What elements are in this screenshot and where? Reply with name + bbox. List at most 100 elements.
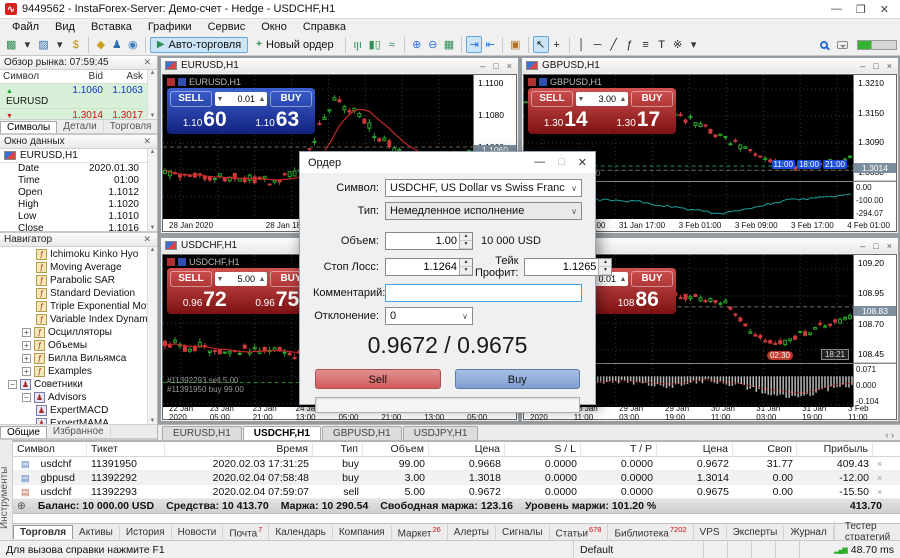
templates-icon[interactable]: ▣ [507,36,523,53]
tree-item-expert[interactable]: ♟ExpertMAMA [0,417,147,424]
tree-item-indicator[interactable]: ƒIchimoku Kinko Hyo [0,248,147,261]
scrollbar[interactable]: ▲▼ [147,149,157,231]
tab-common[interactable]: Общие [0,426,47,438]
tree-item-indicator[interactable]: ƒVariable Index Dynamic A [0,313,147,326]
tree-item-indicator[interactable]: ƒTriple Exponential Movin [0,300,147,313]
tree-group[interactable]: +ƒБилла Вильямса [0,352,147,365]
line-chart-icon[interactable]: ≈ [384,37,400,53]
close-icon[interactable]: × [887,61,892,71]
deviation-select[interactable]: 0∨ [385,307,473,325]
maximize-icon[interactable]: □ [873,241,878,251]
chart-tab[interactable]: GBPUSD,H1 [322,426,402,440]
table-row[interactable]: ▤usdchf 113922932020.02.04 07:59:07 sell… [13,485,900,499]
close-icon[interactable]: ✕ [141,57,153,68]
menu-item[interactable]: Файл [4,21,47,33]
auto-trading-button[interactable]: ▶ Авто-торговля [150,37,248,53]
tab-trading[interactable]: Торговля [104,121,157,132]
sell-price[interactable]: 1.1060 [170,109,240,131]
comment-input[interactable] [385,284,582,302]
close-position-icon[interactable]: × [873,473,886,483]
market-watch-row[interactable]: ▲EURUSD 1.1060 1.1063 [0,84,147,109]
vertical-line-icon[interactable]: │ [574,37,590,53]
expand-icon[interactable]: + [22,328,31,337]
channels-icon[interactable]: ≡ [638,37,654,53]
terminal-tab[interactable]: Эксперты [727,526,785,539]
menu-item[interactable]: Вставка [83,21,140,33]
new-order-button[interactable]: + Новый ордер [249,37,341,53]
text-icon[interactable]: T [654,37,670,53]
chart-shift-icon[interactable]: ⇥ [466,36,482,53]
terminal-tab[interactable]: Почта7 [223,524,269,540]
scrollbar[interactable]: ▲▼ [147,70,157,119]
expand-icon[interactable]: + [22,367,31,376]
tree-group[interactable]: +ƒОбъемы [0,339,147,352]
terminal-vertical-tab[interactable]: Инструменты [0,467,10,529]
profile-name[interactable]: Default [574,541,704,558]
cursor-icon[interactable]: ↖ [533,36,549,53]
chat-icon[interactable] [837,41,848,49]
spin-down-icon[interactable]: ▼ [599,267,611,275]
chart-tab-active[interactable]: USDCHF,H1 [243,426,321,440]
take-profit-stepper[interactable]: ▲▼ [524,258,612,276]
close-icon[interactable]: × [507,61,512,71]
close-icon[interactable]: ✕ [141,234,153,245]
tab-favorites[interactable]: Избранное [47,426,111,437]
terminal-tab[interactable]: Журнал [784,526,834,539]
terminal-icon[interactable]: ◉ [125,36,141,53]
tree-item-indicator[interactable]: ƒParabolic SAR [0,274,147,287]
collapse-icon[interactable]: − [8,380,17,389]
close-icon[interactable]: ✕ [141,136,153,147]
chart-tab[interactable]: EURUSD,H1 [162,426,242,440]
expand-icon[interactable]: + [22,354,31,363]
terminal-tab[interactable]: Алерты [448,526,496,539]
volume-stepper[interactable]: ▼5.00▲ [215,272,267,286]
expand-icon[interactable]: + [22,341,31,350]
menu-item[interactable]: Вид [47,21,83,33]
spin-down-icon[interactable]: ▼ [460,267,472,275]
buy-button[interactable]: BUY [270,91,312,107]
buy-button[interactable]: BUY [631,91,673,107]
horizontal-line-icon[interactable]: ─ [590,37,606,53]
sell-button[interactable]: SELL [170,271,212,287]
close-position-icon[interactable]: × [873,487,886,497]
terminal-tab[interactable]: Календарь [269,526,332,539]
fibonacci-icon[interactable]: ƒ [622,37,638,53]
tree-group[interactable]: +ƒExamples [0,365,147,378]
volume-stepper[interactable]: ▲▼ [385,232,473,250]
terminal-tab[interactable]: Библиотека7202 [608,524,693,540]
tree-item-expert[interactable]: ♟ExpertMACD [0,404,147,417]
zoom-in-icon[interactable]: ⊕ [409,36,425,53]
tree-item-indicator[interactable]: ƒStandard Deviation [0,287,147,300]
sell-button[interactable]: SELL [170,91,212,107]
candle-chart-icon[interactable]: ▮▯ [366,36,384,53]
spin-up-icon[interactable]: ▲ [599,259,611,267]
volume-stepper[interactable]: ▼3.00▲ [576,92,628,106]
stop-loss-stepper[interactable]: ▲▼ [385,258,473,276]
crosshair-icon[interactable]: + [549,37,565,53]
close-position-icon[interactable]: × [873,459,886,469]
minimize-icon[interactable]: – [480,61,485,71]
tab-details[interactable]: Детали [57,121,103,132]
tab-scroll-arrows[interactable]: ‹ › [880,430,900,440]
buy-price[interactable]: 1.3017 [604,109,674,131]
navigator-icon[interactable]: ♟ [109,36,125,53]
tree-group-advisors[interactable]: −♟Advisors [0,391,147,404]
buy-price[interactable]: 1.1063 [243,109,313,131]
spin-up-icon[interactable]: ▲ [460,233,472,241]
profiles-dropdown-icon[interactable]: ▾ [52,36,68,53]
terminal-tab[interactable]: Активы [73,526,120,539]
terminal-tab[interactable]: Маркет26 [392,524,448,540]
new-chart-dropdown-icon[interactable]: ▾ [19,36,35,53]
chart-tab[interactable]: USDJPY,H1 [403,426,479,440]
profiles-icon[interactable]: ▨ [35,36,51,53]
arrows-dropdown-icon[interactable]: ▾ [686,36,702,53]
symbol-select[interactable]: USDCHF, US Dollar vs Swiss Franc∨ [385,179,582,197]
arrows-icon[interactable]: ※ [670,36,686,53]
tree-item-indicator[interactable]: ƒMoving Average [0,261,147,274]
minimize-icon[interactable]: — [831,3,842,16]
new-chart-icon[interactable]: ▩ [3,36,19,53]
take-profit-input[interactable] [525,259,598,275]
minimize-icon[interactable]: – [860,61,865,71]
search-icon[interactable] [820,41,828,49]
volume-input[interactable] [386,233,459,249]
